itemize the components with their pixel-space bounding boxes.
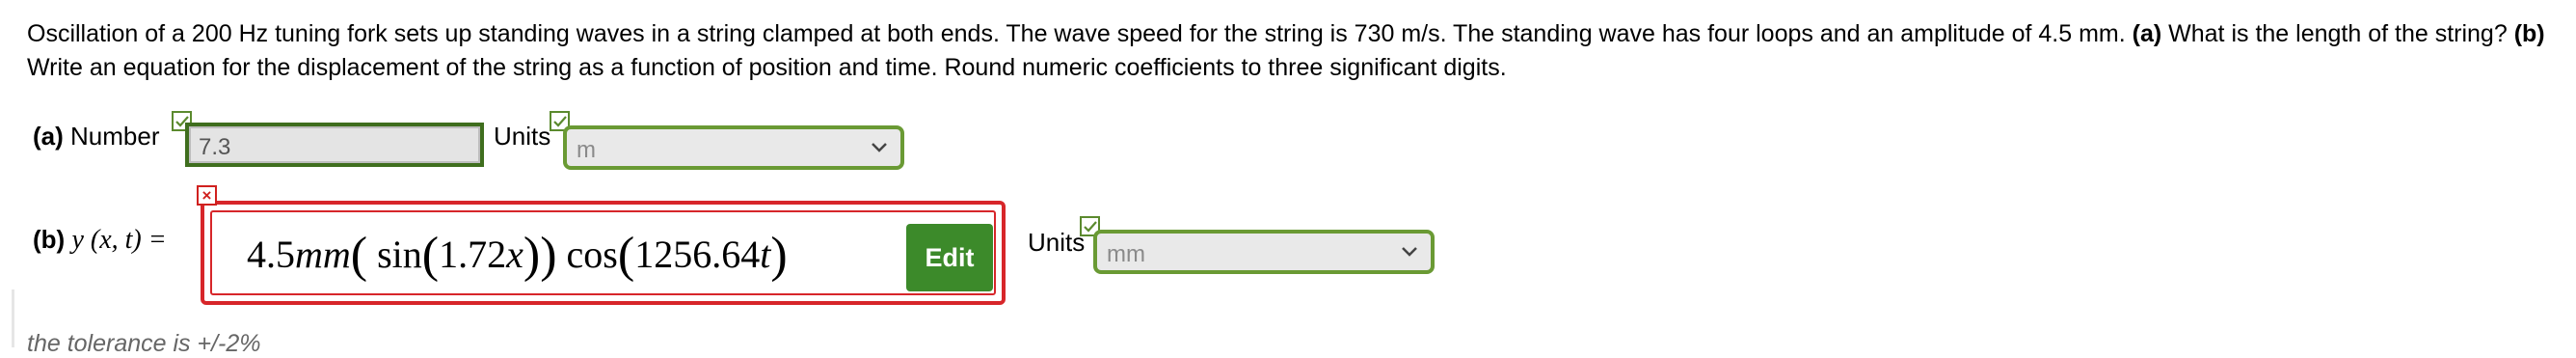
divider (12, 289, 14, 347)
question-part-a-marker: (a) (2132, 20, 2162, 47)
x-icon: × (197, 185, 217, 206)
edit-button[interactable]: Edit (906, 224, 993, 291)
number-input[interactable]: 7.3 (185, 123, 484, 167)
number-label: Number (70, 122, 160, 151)
tolerance-note: the tolerance is +/-2% (27, 330, 261, 357)
amplitude-value: 4.5 (247, 233, 295, 276)
paren: ( (350, 228, 368, 283)
paren: ) (770, 228, 788, 283)
units-select-a[interactable]: m (563, 125, 904, 170)
chevron-down-icon (872, 143, 887, 152)
equation-answer-box[interactable]: 4.5mm( sin(1.72x)) cos(1256.64t) Edit (201, 201, 1006, 305)
equation-display: 4.5mm( sin(1.72x)) cos(1256.64t) (247, 227, 788, 284)
question-text-part1: Oscillation of a 200 Hz tuning fork sets… (27, 20, 2133, 47)
question-text-part3: Write an equation for the displacement o… (27, 54, 1507, 81)
paren: ) (523, 228, 541, 283)
paren: ( (617, 228, 635, 283)
cos-func: cos (566, 233, 618, 276)
amplitude-unit: mm (295, 233, 351, 276)
part-b-label: (b) y (x, t) = (33, 225, 167, 256)
angular-frequency-value: 1256.64 (634, 233, 761, 276)
units-select-b[interactable]: mm (1093, 230, 1435, 274)
wavenumber-value: 1.72 (439, 233, 507, 276)
units-select-b-value: mm (1107, 241, 1145, 267)
units-label-a: Units (494, 122, 551, 151)
chevron-down-icon (1402, 247, 1417, 257)
question-text: Oscillation of a 200 Hz tuning fork sets… (27, 17, 2553, 85)
units-select-a-value: m (577, 137, 596, 163)
paren: ( (421, 228, 440, 283)
function-label: y (x, t) = (71, 225, 167, 255)
x-var: x (506, 233, 523, 276)
part-a-marker: (a) (33, 122, 64, 151)
equation-inner-box: 4.5mm( sin(1.72x)) cos(1256.64t) Edit (210, 210, 996, 295)
sin-func: sin (377, 233, 422, 276)
units-label-b: Units (1028, 228, 1086, 257)
question-part-b-marker: (b) (2513, 20, 2545, 47)
question-text-part2: What is the length of the string? (2161, 20, 2514, 47)
t-var: t (760, 233, 771, 276)
part-a-label: (a) Number (33, 122, 160, 151)
part-b-marker: (b) (33, 225, 66, 254)
paren: ) (540, 228, 557, 283)
